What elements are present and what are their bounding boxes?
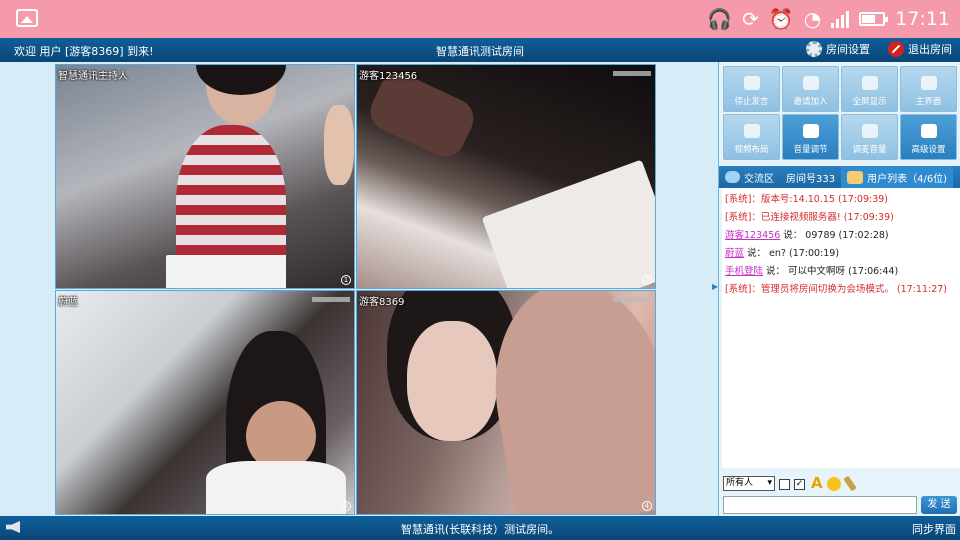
clear-icon[interactable]	[843, 475, 857, 492]
chat-message: [系统]：版本号:14.10.15 (17:09:39)	[725, 194, 889, 205]
tool-label: 邀请加入	[793, 97, 828, 107]
tab-chat-label: 交流区	[744, 173, 774, 185]
level-bar	[613, 297, 651, 302]
recipient-select[interactable]: 所有人	[723, 476, 775, 491]
message-input[interactable]	[723, 496, 917, 514]
battery-icon	[859, 12, 889, 26]
tool-label: 停止发言	[734, 97, 769, 107]
video-tile-2[interactable]: 游客123456 2	[356, 64, 656, 289]
video-tile-3[interactable]: 蔚蓝 3	[55, 290, 355, 515]
exit-room-button[interactable]: 退出房间	[888, 41, 952, 57]
chat-text: 说： en? (17:00:19)	[744, 248, 840, 259]
gallery-icon	[16, 9, 38, 27]
tab-room-label: 房间号333	[786, 173, 836, 185]
private-checkbox[interactable]	[779, 479, 790, 490]
alarm-icon: ⏰	[768, 7, 794, 31]
checked-checkbox[interactable]: ✓	[794, 479, 805, 490]
tool-fullscreen[interactable]: 全屏显示	[841, 66, 898, 112]
layout-icon	[743, 124, 760, 138]
sync-icon: ⟳	[742, 7, 759, 31]
send-button[interactable]: 发 送	[921, 496, 957, 514]
tool-stop-speaking[interactable]: 停止发言	[723, 66, 780, 112]
chat-text: 说： 可以中文啊呀 (17:06:44)	[763, 266, 899, 277]
wifi-icon: ◔	[803, 7, 822, 31]
users-icon	[847, 170, 864, 184]
status-icons: 🎧 ⟳ ⏰ ◔ 17:11	[707, 6, 950, 32]
exit-room-label: 退出房间	[908, 43, 952, 56]
tool-home[interactable]: 主界面	[900, 66, 957, 112]
chat-user-link[interactable]: 手机登陆	[725, 266, 763, 277]
headset-icon: 🎧	[707, 7, 733, 31]
no-entry-icon	[888, 41, 904, 57]
footer-bar: 智慧通讯(长联科技）测试房间。 同步界面	[0, 516, 960, 540]
gear-icon	[920, 124, 937, 138]
room-settings-button[interactable]: 房间设置	[806, 41, 870, 57]
video-index: 1	[341, 275, 351, 285]
room-notice: 智慧通讯(长联科技）测试房间。	[400, 523, 560, 536]
status-bar: 🎧 ⟳ ⏰ ◔ 17:11	[0, 0, 960, 38]
app-header: 欢迎 用户 [游客8369] 到来! 智慧通讯测试房间 房间设置 退出房间	[0, 38, 960, 62]
tab-user-list[interactable]: 用户列表（4/6位)	[841, 166, 954, 188]
video-index: 3	[341, 501, 351, 511]
tool-label: 调麦音量	[852, 145, 887, 155]
tool-label: 主界面	[915, 97, 942, 107]
home-icon	[920, 76, 937, 90]
chat-message: 蔚蓝 说： en? (17:00:19)	[725, 248, 957, 260]
tool-label: 高级设置	[911, 145, 946, 155]
chat-user-link[interactable]: 蔚蓝	[725, 248, 744, 259]
speaker-icon	[802, 124, 819, 138]
video-label: 游客123456	[359, 71, 418, 82]
tool-video-layout[interactable]: 视频布局	[723, 114, 780, 160]
tool-mic-volume[interactable]: 调麦音量	[841, 114, 898, 160]
chat-bubble-icon	[725, 171, 740, 183]
video-label: 游客8369	[359, 297, 405, 308]
tool-invite[interactable]: 邀请加入	[782, 66, 839, 112]
signal-icon	[831, 10, 850, 28]
tab-room-number[interactable]: 房间号333	[780, 166, 841, 188]
mic-icon	[861, 124, 878, 138]
level-bar	[613, 71, 651, 76]
chat-message: 手机登陆 说： 可以中文啊呀 (17:06:44)	[725, 266, 957, 278]
video-label: 蔚蓝	[58, 297, 78, 308]
emoji-icon[interactable]	[827, 477, 841, 491]
fullscreen-icon	[861, 76, 878, 90]
room-settings-label: 房间设置	[826, 43, 870, 56]
font-color-icon[interactable]: A	[811, 474, 823, 492]
panel-tabs: 交流区 房间号333 用户列表（4/6位)	[719, 166, 960, 188]
hand-icon	[743, 76, 760, 90]
gear-icon	[806, 41, 822, 57]
tool-label: 全屏显示	[852, 97, 887, 107]
sync-ui-button[interactable]: 同步界面	[912, 521, 956, 537]
tab-chat[interactable]: 交流区	[719, 166, 780, 188]
chat-text: 说： 09789 (17:02:28)	[780, 230, 889, 241]
chat-message: [系统]：管理员将房间切换为会场模式。 (17:11:27)	[725, 284, 948, 295]
tool-label: 音量调节	[793, 145, 828, 155]
chat-user-link[interactable]: 游客123456	[725, 230, 780, 241]
tool-label: 视频布局	[734, 145, 769, 155]
tool-volume[interactable]: 音量调节	[782, 114, 839, 160]
chat-log: [系统]：版本号:14.10.15 (17:09:39) [系统]：已连接视频服…	[722, 188, 960, 468]
person-icon	[802, 76, 819, 90]
video-grid: 智慧通讯主持人 1 游客123456 2 蔚蓝 3 游客8369 4	[0, 62, 718, 516]
tool-advanced-settings[interactable]: 高级设置	[900, 114, 957, 160]
video-index: 2	[642, 275, 652, 285]
video-label: 智慧通讯主持人	[58, 71, 128, 82]
chat-message: [系统]：已连接视频服务器! (17:09:39)	[725, 212, 894, 223]
tool-grid: 停止发言 邀请加入 全屏显示 主界面 视频布局 音量调节 调麦音量 高级设置	[723, 66, 959, 160]
chat-message: 游客123456 说： 09789 (17:02:28)	[725, 230, 957, 242]
tab-users-label: 用户列表（4/6位)	[867, 173, 948, 185]
clock: 17:11	[895, 8, 950, 30]
video-index: 4	[642, 501, 652, 511]
control-panel: 停止发言 邀请加入 全屏显示 主界面 视频布局 音量调节 调麦音量 高级设置 交…	[718, 62, 960, 516]
chat-composer: 所有人 ✓ A 发 送	[721, 474, 959, 514]
video-tile-1[interactable]: 智慧通讯主持人 1	[55, 64, 355, 289]
video-tile-4[interactable]: 游客8369 4	[356, 290, 656, 515]
level-bar	[312, 297, 350, 302]
